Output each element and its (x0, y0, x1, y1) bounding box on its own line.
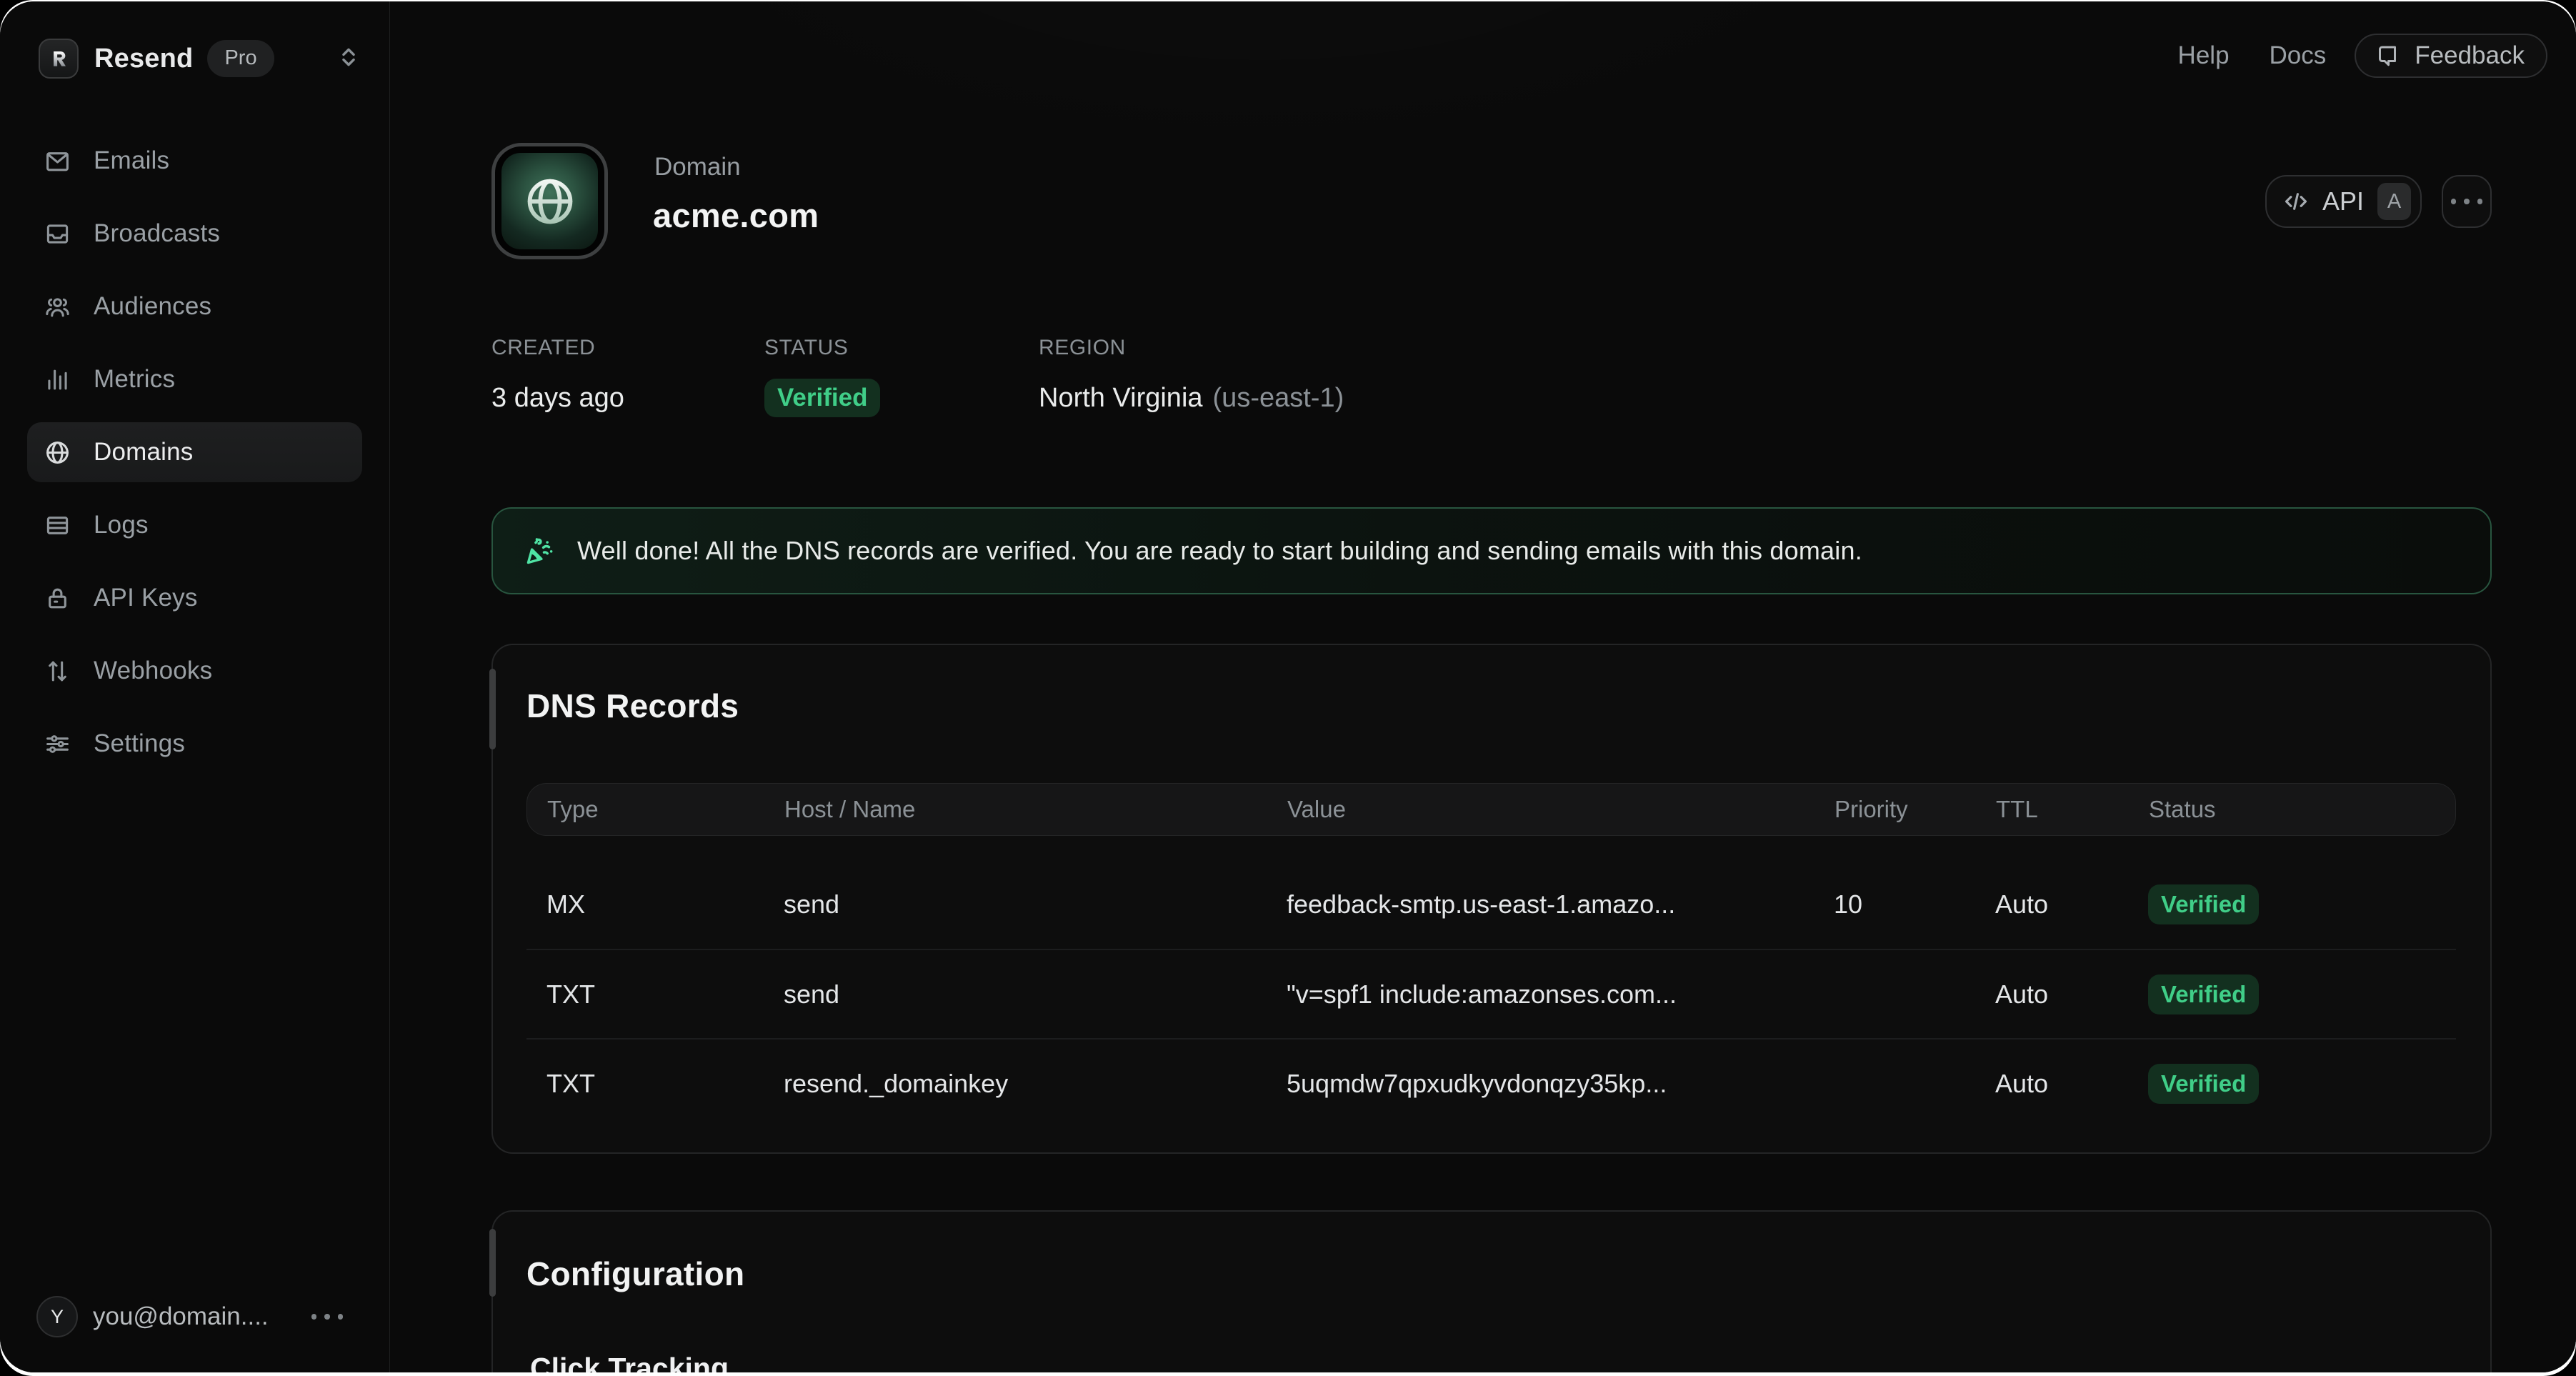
status-badge: Verified (2148, 1064, 2259, 1104)
code-icon (2282, 188, 2310, 215)
domain-globe-icon (491, 143, 608, 259)
workspace-name: Resend (94, 44, 193, 74)
api-button[interactable]: API A (2265, 175, 2422, 228)
ellipsis-icon (2451, 199, 2483, 204)
sidebar-item-api-keys[interactable]: API Keys (27, 568, 362, 628)
docs-link[interactable]: Docs (2270, 41, 2327, 70)
sidebar-item-broadcasts[interactable]: Broadcasts (27, 204, 362, 264)
created-label: CREATED (491, 336, 764, 360)
chevrons-up-down-icon[interactable] (336, 45, 361, 73)
users-icon (44, 294, 71, 320)
banner-text: Well done! All the DNS records are verif… (577, 536, 1862, 566)
table-row[interactable]: TXT resend._domainkey 5uqmdw7qpxudkyvdon… (526, 1038, 2456, 1127)
resend-logo (39, 39, 79, 79)
arrows-up-down-icon (44, 658, 71, 684)
inbox-icon (44, 221, 71, 247)
rows-icon (44, 512, 71, 539)
column-ttl: TTL (1996, 784, 2038, 835)
status-badge: Verified (2148, 884, 2259, 924)
dns-records-title: DNS Records (526, 687, 739, 725)
domain-icon-glow (501, 153, 598, 249)
configuration-card: Configuration Click Tracking (491, 1210, 2492, 1372)
avatar: Y (36, 1296, 78, 1337)
main-content: Help Docs Feedback Domain acme.com (390, 1, 2576, 1372)
sidebar-item-logs[interactable]: Logs (27, 495, 362, 555)
user-menu[interactable]: Y you@domain.... (36, 1295, 361, 1338)
page-kicker: Domain (654, 153, 741, 181)
column-priority: Priority (1834, 784, 1908, 835)
sidebar-item-emails[interactable]: Emails (27, 131, 362, 191)
party-popper-icon (524, 535, 556, 567)
domain-header: Domain acme.com API A (491, 143, 2492, 259)
region-code: (us-east-1) (1213, 383, 1344, 414)
region-label: REGION (1039, 336, 1344, 360)
bar-chart-icon (44, 367, 71, 393)
feedback-bubble-icon (2375, 43, 2400, 69)
sidebar-item-webhooks[interactable]: Webhooks (27, 641, 362, 701)
click-tracking-label: Click Tracking (530, 1352, 729, 1372)
status-label: STATUS (764, 336, 1039, 360)
table-row[interactable]: TXT send "v=spf1 include:amazonses.com..… (526, 949, 2456, 1038)
mail-icon (44, 148, 71, 174)
lock-icon (44, 585, 71, 612)
column-value: Value (1287, 784, 1346, 835)
configuration-title: Configuration (526, 1255, 744, 1293)
sidebar-item-audiences[interactable]: Audiences (27, 276, 362, 336)
help-link[interactable]: Help (2178, 41, 2230, 70)
workspace-switcher[interactable]: Resend Pro (39, 39, 361, 79)
sidebar-item-settings[interactable]: Settings (27, 714, 362, 774)
sidebar-nav: Emails Broadcasts Audiences Metrics (27, 131, 362, 787)
sidebar: Resend Pro Emails Broadcasts (0, 1, 390, 1372)
region-value: North Virginia (1039, 383, 1203, 414)
table-body: MX send feedback-smtp.us-east-1.amazo...… (526, 859, 2456, 1127)
sidebar-item-domains[interactable]: Domains (27, 422, 362, 482)
app-window: Resend Pro Emails Broadcasts (0, 1, 2576, 1372)
sliders-icon (44, 731, 71, 757)
header-actions: API A (2265, 175, 2492, 228)
column-host: Host / Name (784, 784, 915, 835)
column-type: Type (547, 784, 599, 835)
created-value: 3 days ago (491, 379, 764, 417)
card-indicator (489, 669, 496, 749)
table-row[interactable]: MX send feedback-smtp.us-east-1.amazo...… (526, 859, 2456, 949)
feedback-button[interactable]: Feedback (2355, 34, 2547, 78)
plan-badge: Pro (207, 40, 274, 77)
user-email: you@domain.... (93, 1302, 269, 1331)
globe-icon (44, 439, 71, 466)
column-status: Status (2149, 784, 2216, 835)
sidebar-item-metrics[interactable]: Metrics (27, 349, 362, 409)
resend-r-icon (48, 48, 69, 69)
status-badge: Verified (764, 379, 880, 417)
card-indicator (489, 1229, 496, 1297)
more-options-button[interactable] (2442, 175, 2492, 228)
success-banner: Well done! All the DNS records are verif… (491, 507, 2492, 594)
keyboard-shortcut-badge: A (2377, 183, 2411, 220)
status-badge: Verified (2148, 974, 2259, 1014)
dns-records-card: DNS Records Type Host / Name Value Prior… (491, 644, 2492, 1154)
page-title: acme.com (653, 196, 819, 235)
user-menu-ellipsis-icon[interactable] (311, 1314, 344, 1320)
table-header: Type Host / Name Value Priority TTL Stat… (526, 783, 2456, 836)
topbar: Help Docs Feedback (2178, 34, 2547, 78)
domain-meta: CREATED 3 days ago STATUS Verified REGIO… (491, 336, 1344, 417)
